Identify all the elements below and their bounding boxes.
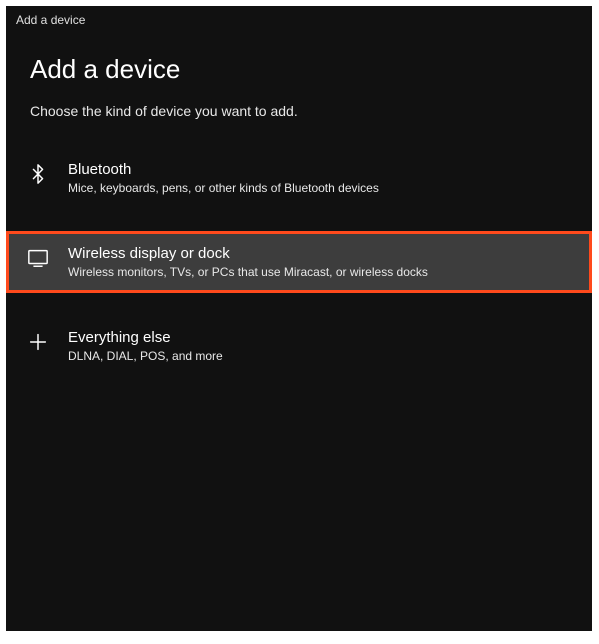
option-title: Everything else	[68, 329, 223, 346]
window-title: Add a device	[16, 13, 85, 27]
add-device-window: Add a device Add a device Choose the kin…	[6, 6, 592, 631]
spacer	[6, 293, 592, 315]
device-options-list: Bluetooth Mice, keyboards, pens, or othe…	[6, 147, 592, 377]
window-content: Add a device Choose the kind of device y…	[6, 34, 592, 631]
page-subtitle: Choose the kind of device you want to ad…	[30, 103, 568, 119]
window-titlebar: Add a device	[6, 6, 592, 34]
option-title: Bluetooth	[68, 161, 379, 178]
spacer	[6, 209, 592, 231]
option-text: Wireless display or dock Wireless monito…	[68, 245, 428, 279]
option-bluetooth[interactable]: Bluetooth Mice, keyboards, pens, or othe…	[6, 147, 592, 209]
option-desc: DLNA, DIAL, POS, and more	[68, 349, 223, 363]
plus-icon	[24, 331, 52, 359]
bluetooth-icon	[24, 163, 52, 191]
option-text: Bluetooth Mice, keyboards, pens, or othe…	[68, 161, 379, 195]
option-desc: Wireless monitors, TVs, or PCs that use …	[68, 265, 428, 279]
page-title: Add a device	[30, 54, 568, 85]
option-title: Wireless display or dock	[68, 245, 428, 262]
option-wireless-display[interactable]: Wireless display or dock Wireless monito…	[6, 231, 592, 293]
option-text: Everything else DLNA, DIAL, POS, and mor…	[68, 329, 223, 363]
option-desc: Mice, keyboards, pens, or other kinds of…	[68, 181, 379, 195]
display-icon	[24, 247, 52, 275]
option-everything-else[interactable]: Everything else DLNA, DIAL, POS, and mor…	[6, 315, 592, 377]
